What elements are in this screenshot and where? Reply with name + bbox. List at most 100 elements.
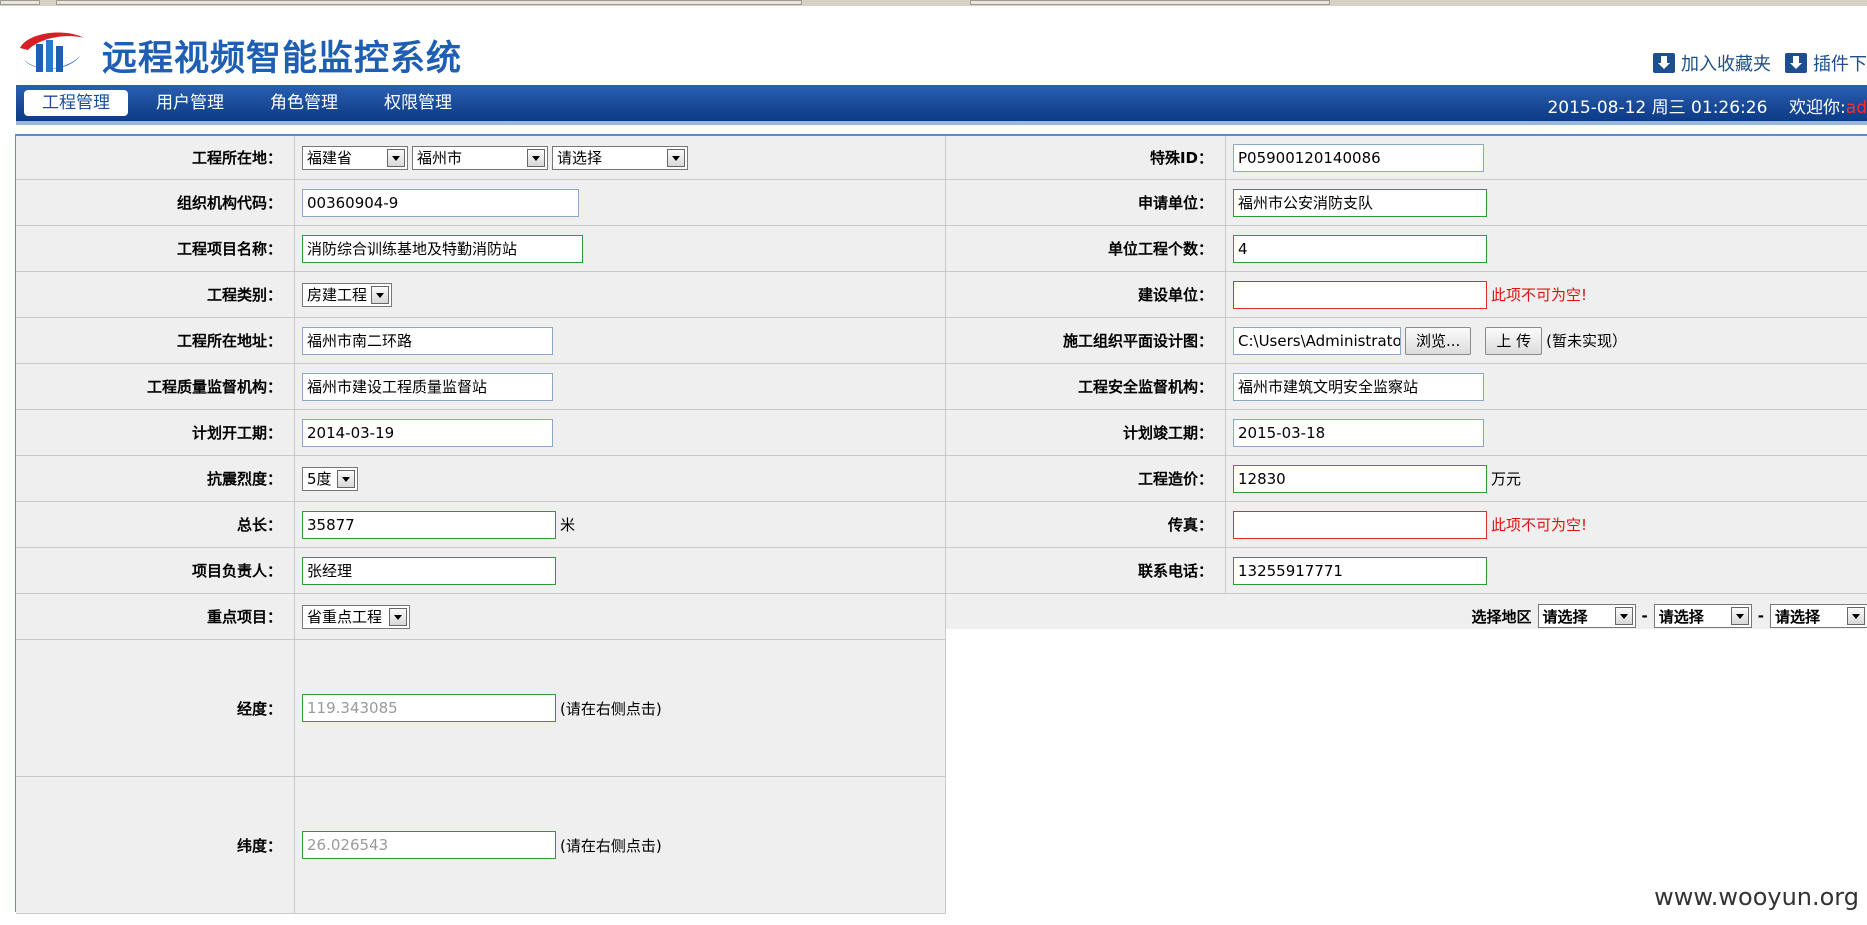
chevron-down-icon: [1614, 607, 1633, 625]
tab-permission-management[interactable]: 权限管理: [366, 90, 470, 116]
upload-button[interactable]: 上 传: [1485, 326, 1543, 355]
add-favorites-link[interactable]: 加入收藏夹: [1653, 50, 1771, 76]
district-value: 请选择: [557, 149, 603, 167]
browse-button[interactable]: 浏览...: [1405, 326, 1472, 355]
builder-label: 建设单位：: [946, 272, 1226, 317]
browser-strip: [0, 0, 1867, 6]
manager-cell: 张经理: [295, 548, 946, 593]
unit-count-label: 单位工程个数：: [946, 226, 1226, 271]
form-row: 工程项目名称： 消防综合训练基地及特勤消防站 单位工程个数： 4: [16, 226, 1867, 272]
org-code-input[interactable]: 00360904-9: [302, 188, 579, 217]
safety-input[interactable]: 福州市建筑文明安全监察站: [1233, 372, 1484, 401]
applicant-input[interactable]: 福州市公安消防支队: [1233, 188, 1487, 217]
address-input[interactable]: 福州市南二环路: [302, 326, 553, 355]
phone-cell: 13255917771: [1226, 548, 1867, 593]
longitude-cell: 119.343085 (请在右侧点击): [295, 640, 946, 776]
length-input[interactable]: 35877: [302, 510, 556, 539]
start-date-cell: 2014-03-19: [295, 410, 946, 455]
phone-input[interactable]: 13255917771: [1233, 556, 1487, 585]
plugin-download-label: 插件下: [1813, 54, 1867, 75]
chevron-down-icon: [371, 285, 389, 304]
longitude-label: 经度：: [16, 640, 295, 776]
chevron-down-icon: [389, 607, 407, 626]
chevron-down-icon: [337, 469, 355, 488]
region-value-2: 请选择: [1658, 607, 1704, 626]
manager-input[interactable]: 张经理: [302, 556, 556, 585]
welcome-text: 欢迎你:: [1789, 98, 1846, 118]
plugin-download-link[interactable]: 插件下: [1785, 50, 1867, 76]
builder-input[interactable]: [1233, 280, 1487, 309]
manager-label: 项目负责人：: [16, 548, 295, 593]
seismic-label: 抗震烈度：: [16, 456, 295, 501]
special-id-label: 特殊ID：: [946, 136, 1226, 179]
latitude-input[interactable]: 26.026543: [302, 831, 556, 859]
form-row: 工程所在地： 福建省 福州市 请选择 特殊ID： P05900120140086: [16, 136, 1867, 180]
region-picker: 选择地区 请选择 - 请选择 - 请选择: [1472, 604, 1867, 628]
length-cell: 35877 米: [295, 502, 946, 547]
org-code-label: 组织机构代码：: [16, 180, 295, 225]
fax-label: 传真：: [946, 502, 1226, 547]
cost-unit: 万元: [1491, 470, 1522, 488]
location-cell: 福建省 福州市 请选择: [295, 136, 946, 179]
longitude-hint: (请在右侧点击): [560, 699, 662, 718]
builder-cell: 此项不可为空!: [1226, 272, 1867, 317]
address-label: 工程所在地址：: [16, 318, 295, 363]
cost-input[interactable]: 12830: [1233, 464, 1487, 493]
chevron-down-icon: [667, 148, 685, 167]
watermark: www.wooyun.org: [1654, 883, 1859, 911]
city-select[interactable]: 福州市: [412, 145, 548, 170]
plan-file-input[interactable]: C:\Users\Administrato: [1233, 326, 1401, 355]
start-date-input[interactable]: 2014-03-19: [302, 418, 553, 447]
safety-cell: 福州市建筑文明安全监察站: [1226, 364, 1867, 409]
nav-status: 2015-08-12 周三 01:26:26 欢迎你:ad: [1547, 93, 1867, 118]
tab-user-management[interactable]: 用户管理: [138, 90, 242, 116]
district-select[interactable]: 请选择: [552, 145, 688, 170]
not-implemented-note: (暂未实现）: [1546, 332, 1627, 350]
tab-project-management[interactable]: 工程管理: [24, 90, 128, 116]
project-name-cell: 消防综合训练基地及特勤消防站: [295, 226, 946, 271]
safety-label: 工程安全监督机构：: [946, 364, 1226, 409]
download-icon: [1653, 53, 1675, 73]
chevron-down-icon: [527, 148, 545, 167]
add-favorites-label: 加入收藏夹: [1681, 54, 1771, 75]
quality-input[interactable]: 福州市建设工程质量监督站: [302, 372, 553, 401]
map-area[interactable]: [946, 629, 1867, 914]
cost-label: 工程造价：: [946, 456, 1226, 501]
tab-role-management[interactable]: 角色管理: [252, 90, 356, 116]
region-separator: -: [1757, 607, 1764, 625]
category-value: 房建工程: [307, 286, 368, 304]
fax-input[interactable]: [1233, 510, 1487, 539]
form-row: 工程质量监督机构： 福州市建设工程质量监督站 工程安全监督机构： 福州市建筑文明…: [16, 364, 1867, 410]
region-select-3[interactable]: 请选择: [1770, 604, 1867, 628]
special-id-input[interactable]: P05900120140086: [1233, 143, 1484, 172]
longitude-input[interactable]: 119.343085: [302, 694, 556, 722]
form-row: 组织机构代码： 00360904-9 申请单位： 福州市公安消防支队: [16, 180, 1867, 226]
project-name-input[interactable]: 消防综合训练基地及特勤消防站: [302, 234, 583, 263]
region-select-2[interactable]: 请选择: [1653, 604, 1752, 628]
category-select[interactable]: 房建工程: [302, 282, 392, 307]
end-date-input[interactable]: 2015-03-18: [1233, 418, 1484, 447]
province-select[interactable]: 福建省: [302, 145, 408, 170]
region-select-1[interactable]: 请选择: [1537, 604, 1636, 628]
org-code-cell: 00360904-9: [295, 180, 946, 225]
logo-icon: [20, 32, 84, 72]
quality-label: 工程质量监督机构：: [16, 364, 295, 409]
key-project-cell: 省重点工程: [295, 594, 946, 639]
main-nav: 工程管理 用户管理 角色管理 权限管理 2015-08-12 周三 01:26:…: [16, 85, 1867, 125]
fax-error: 此项不可为空!: [1491, 516, 1588, 534]
top-links: 加入收藏夹 插件下: [1653, 50, 1867, 76]
seismic-select[interactable]: 5度: [302, 466, 358, 491]
category-label: 工程类别：: [16, 272, 295, 317]
form-row: 项目负责人： 张经理 联系电话： 13255917771: [16, 548, 1867, 594]
form-row: 经度： 119.343085 (请在右侧点击): [16, 640, 946, 777]
category-cell: 房建工程: [295, 272, 946, 317]
download-icon: [1785, 53, 1807, 73]
key-project-select[interactable]: 省重点工程: [302, 604, 410, 629]
username: ad: [1845, 98, 1867, 118]
form-row: 抗震烈度： 5度 工程造价： 12830 万元: [16, 456, 1867, 502]
seismic-value: 5度: [307, 470, 332, 488]
applicant-label: 申请单位：: [946, 180, 1226, 225]
unit-count-input[interactable]: 4: [1233, 234, 1487, 263]
chevron-down-icon: [1730, 607, 1749, 625]
strip-segment: [56, 0, 802, 5]
